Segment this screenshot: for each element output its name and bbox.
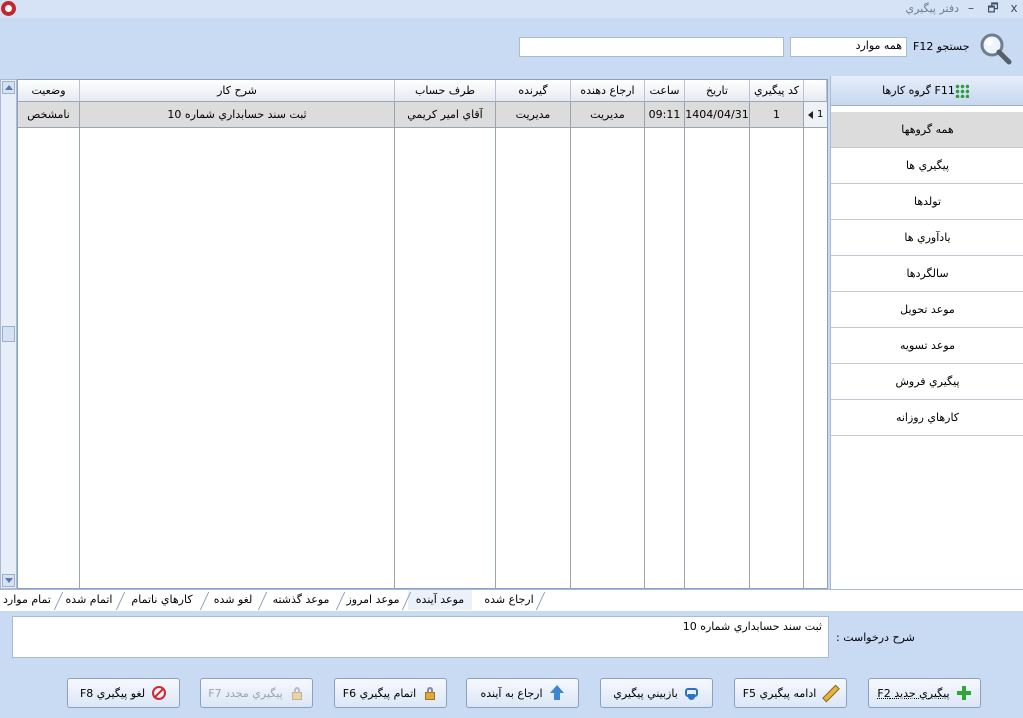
- refer-future-label: ارجاع به آينده: [481, 687, 543, 700]
- scroll-thumb[interactable]: [2, 326, 15, 342]
- cell-referrer[interactable]: مديريت: [571, 102, 645, 128]
- new-followup-label: پيگيري جديد F2: [877, 687, 949, 700]
- search-icon[interactable]: [978, 31, 1012, 65]
- tab-cancelled[interactable]: لغو شده: [206, 590, 260, 610]
- repeat-followup-button[interactable]: پيگيري مجدد F7: [200, 678, 313, 708]
- request-description-label: شرح درخواست :: [836, 631, 915, 644]
- group-item-followups[interactable]: پيگيري ها: [831, 148, 1023, 184]
- column-header-referrer[interactable]: ارجاع دهنده: [571, 80, 645, 102]
- window-title: دفتر پيگيري: [906, 2, 960, 15]
- new-followup-button[interactable]: پيگيري جديد F2: [868, 678, 981, 708]
- task-groups-panel: F11 گروه كارها همه گروهها پيگيري ها تولد…: [830, 76, 1023, 589]
- row-number-header: [804, 80, 827, 102]
- tab-due-today[interactable]: موعد امروز: [342, 590, 404, 610]
- restore-window-button[interactable]: 🗗: [984, 0, 1002, 16]
- cell-code[interactable]: 1: [750, 102, 804, 128]
- close-window-button[interactable]: x: [1005, 0, 1023, 16]
- pencil-icon: [822, 685, 838, 701]
- group-item-anniversaries[interactable]: سالگردها: [831, 256, 1023, 292]
- lock-icon: [422, 685, 438, 701]
- cell-account[interactable]: آقاي امير كريمي: [395, 102, 496, 128]
- cell-date[interactable]: 1404/04/31: [685, 102, 750, 128]
- group-item-daily-tasks[interactable]: كارهاي روزانه: [831, 400, 1023, 436]
- repeat-followup-label: پيگيري مجدد F7: [208, 687, 282, 700]
- tab-upcoming[interactable]: موعد آينده: [408, 590, 472, 610]
- cancel-followup-button[interactable]: لغو پيگيري F8: [67, 678, 180, 708]
- cell-receiver[interactable]: مديريت: [496, 102, 571, 128]
- tab-referred[interactable]: ارجاع شده: [476, 590, 542, 610]
- tab-unfinished[interactable]: كارهاي ناتمام: [122, 590, 202, 610]
- vertical-scrollbar[interactable]: [0, 79, 17, 589]
- group-item-sales-followup[interactable]: پيگيري فروش: [831, 364, 1023, 400]
- tab-overdue[interactable]: موعد گذشته: [264, 590, 338, 610]
- column-header-receiver[interactable]: گيرنده: [496, 80, 571, 102]
- grid-icon: [955, 84, 969, 98]
- group-item-reminders[interactable]: يادآوري ها: [831, 220, 1023, 256]
- search-label: جستجو F12: [913, 40, 970, 53]
- row-indicator: 1: [804, 102, 827, 128]
- group-item-delivery-due[interactable]: موعد تحويل: [831, 292, 1023, 328]
- current-row-arrow-icon: [808, 111, 813, 119]
- group-item-settlement-due[interactable]: موعد تسويه: [831, 328, 1023, 364]
- tab-completed[interactable]: اتمام شده: [60, 590, 118, 610]
- column-header-status[interactable]: وضعيت: [18, 80, 80, 102]
- app-logo-icon: [1, 1, 16, 16]
- complete-followup-label: اتمام پيگيري F6: [343, 687, 416, 700]
- column-header-date[interactable]: تاريخ: [685, 80, 750, 102]
- tab-all[interactable]: تمام موارد: [0, 590, 54, 610]
- refer-future-button[interactable]: ارجاع به آينده: [466, 678, 579, 708]
- column-header-description[interactable]: شرح كار: [80, 80, 395, 102]
- group-item-all[interactable]: همه گروهها: [831, 112, 1023, 148]
- group-item-birthdays[interactable]: تولدها: [831, 184, 1023, 220]
- title-bar: [0, 0, 1023, 18]
- lock-disabled-icon: [289, 685, 305, 701]
- review-followup-label: بازبيني پيگيري: [613, 687, 678, 700]
- row-number: 1: [817, 102, 823, 128]
- continue-followup-label: ادامه پيگيري F5: [743, 687, 817, 700]
- cell-description[interactable]: ثبت سند حسابداري شماره 10: [80, 102, 395, 128]
- scroll-down-arrow-icon[interactable]: [2, 574, 15, 587]
- filter-tabs: ارجاع شده موعد آينده موعد امروز موعد گذش…: [0, 589, 1023, 611]
- minimize-window-button[interactable]: –: [962, 0, 980, 16]
- review-followup-button[interactable]: بازبيني پيگيري: [600, 678, 713, 708]
- plus-icon: [956, 685, 972, 701]
- cancel-icon: [151, 685, 167, 701]
- column-header-account[interactable]: طرف حساب: [395, 80, 496, 102]
- cell-time[interactable]: 09:11: [645, 102, 685, 128]
- scroll-up-arrow-icon[interactable]: [2, 81, 15, 94]
- task-groups-header[interactable]: F11 گروه كارها: [831, 76, 1023, 106]
- complete-followup-button[interactable]: اتمام پيگيري F6: [334, 678, 447, 708]
- task-groups-header-label: F11 گروه كارها: [882, 84, 955, 97]
- column-header-code[interactable]: كد پيگيري: [750, 80, 804, 102]
- cell-status[interactable]: نامشخص: [18, 102, 80, 128]
- search-filter-field[interactable]: همه موارد: [790, 37, 907, 57]
- cancel-followup-label: لغو پيگيري F8: [80, 687, 145, 700]
- search-input[interactable]: [519, 37, 784, 57]
- request-description-field[interactable]: ثبت سند حسابداري شماره 10: [12, 616, 829, 658]
- column-header-time[interactable]: ساعت: [645, 80, 685, 102]
- followup-table: كد پيگيري تاريخ ساعت ارجاع دهنده گيرنده …: [17, 79, 828, 589]
- continue-followup-button[interactable]: ادامه پيگيري F5: [734, 678, 847, 708]
- up-arrow-icon: [549, 685, 565, 701]
- review-icon: [684, 685, 700, 701]
